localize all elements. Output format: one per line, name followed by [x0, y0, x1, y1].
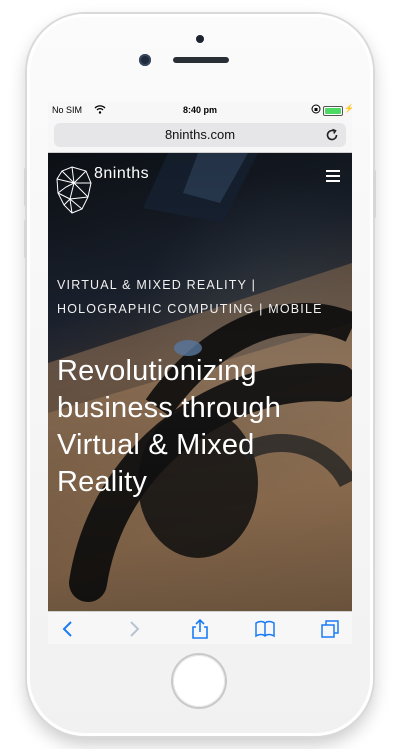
- front-camera: [139, 54, 151, 66]
- phone-screen: No SIM 8:40 pm ⚡ 8ninths.com 8ninths VIR…: [48, 102, 352, 644]
- hero-section: 8ninths VIRTUAL & MIXED REALITY | HOLOGR…: [48, 153, 352, 611]
- url-text: 8ninths.com: [164, 127, 236, 142]
- browser-toolbar: [48, 611, 352, 644]
- headline-line: Revolutionizing: [57, 355, 257, 387]
- status-bar: No SIM 8:40 pm ⚡: [48, 102, 352, 118]
- address-bar: 8ninths.com: [48, 118, 352, 153]
- hero-headline: Revolutionizing business through Virtual…: [57, 353, 347, 501]
- share-icon[interactable]: [190, 619, 210, 639]
- tagline-line: HOLOGRAPHIC COMPUTING | MOBILE: [57, 302, 323, 316]
- proximity-sensor: [196, 35, 204, 43]
- charging-icon: ⚡: [344, 104, 352, 113]
- url-field[interactable]: 8ninths.com: [54, 123, 346, 147]
- orientation-lock-icon: [311, 104, 321, 116]
- earpiece-speaker: [173, 57, 229, 63]
- headline-line: Virtual & Mixed: [57, 429, 255, 461]
- brand-name[interactable]: 8ninths: [94, 165, 149, 183]
- reload-icon[interactable]: [324, 127, 340, 143]
- headline-line: Reality: [57, 466, 148, 498]
- tagline-line: VIRTUAL & MIXED REALITY |: [57, 278, 257, 292]
- power-button: [373, 170, 376, 218]
- book-icon[interactable]: [255, 619, 275, 639]
- battery-level-fill: [325, 108, 341, 114]
- battery-icon: [323, 106, 343, 116]
- volume-up-button: [24, 168, 27, 206]
- tagline: VIRTUAL & MIXED REALITY | HOLOGRAPHIC CO…: [57, 273, 347, 321]
- status-time: 8:40 pm: [182, 105, 217, 115]
- chevron-right-icon[interactable]: [124, 619, 144, 639]
- headline-line: business through: [57, 392, 282, 424]
- geometric-head-logo[interactable]: [54, 165, 94, 215]
- tabs-icon[interactable]: [320, 619, 340, 639]
- hamburger-menu-icon[interactable]: [326, 170, 340, 182]
- chevron-left-icon[interactable]: [58, 619, 78, 639]
- home-button[interactable]: [173, 655, 225, 707]
- volume-down-button: [24, 220, 27, 258]
